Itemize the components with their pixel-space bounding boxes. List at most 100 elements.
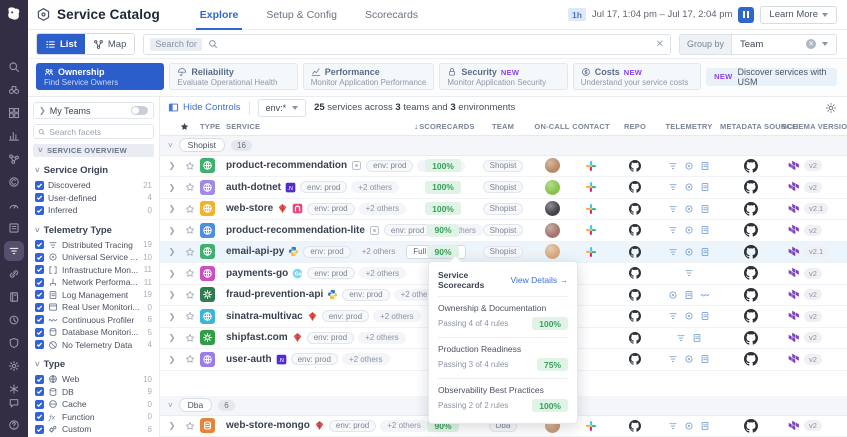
favorite-star-icon[interactable] xyxy=(185,268,195,278)
view-details-link[interactable]: View Details → xyxy=(511,275,568,285)
env-pill[interactable]: env: prod xyxy=(329,420,376,432)
column-header-on-call[interactable]: ON-CALL xyxy=(534,122,570,131)
chevron-down-icon[interactable]: ˅ xyxy=(168,141,173,150)
env-pill[interactable]: env: prod xyxy=(307,332,354,344)
rail-netgraph-icon[interactable] xyxy=(7,152,21,166)
slack-icon[interactable] xyxy=(585,181,597,193)
clear-search-icon[interactable]: ✕ xyxy=(656,39,664,50)
env-pill[interactable]: env: prod xyxy=(291,353,338,365)
telemetry-logs-icon[interactable] xyxy=(700,161,710,171)
metadata-source-github-icon[interactable] xyxy=(744,180,758,194)
env-pill[interactable]: env: prod xyxy=(384,224,431,236)
checkbox-checked[interactable] xyxy=(35,315,44,324)
github-repo-icon[interactable] xyxy=(629,203,641,215)
team-pill[interactable]: Shopist xyxy=(483,203,524,215)
github-repo-icon[interactable] xyxy=(629,420,641,432)
column-header-type[interactable]: TYPE xyxy=(200,122,226,131)
rail-notebook-icon[interactable] xyxy=(7,290,21,304)
service-name[interactable]: user-auth xyxy=(226,354,272,365)
service-name[interactable]: product-recommendation xyxy=(226,160,347,171)
telemetry-usm-icon[interactable] xyxy=(684,421,694,431)
github-repo-icon[interactable] xyxy=(629,332,641,344)
metadata-source-github-icon[interactable] xyxy=(744,352,758,366)
others-pill[interactable]: +2 others xyxy=(359,267,407,279)
others-pill[interactable]: +2 others xyxy=(380,420,428,432)
service-name[interactable]: sinatra-multivac xyxy=(226,311,303,322)
hide-controls-button[interactable]: Hide Controls xyxy=(168,102,241,113)
row-expand-caret[interactable]: ❯ xyxy=(164,269,180,278)
env-pill[interactable]: env: prod xyxy=(366,160,413,172)
checkbox-checked[interactable] xyxy=(35,290,44,299)
slack-icon[interactable] xyxy=(585,160,597,172)
rail-host-icon[interactable] xyxy=(7,221,21,235)
checkbox-checked[interactable] xyxy=(35,412,44,421)
service-name[interactable]: product-recommendation-lite xyxy=(226,225,365,236)
row-expand-caret[interactable]: ❯ xyxy=(164,183,180,192)
checkbox-checked[interactable] xyxy=(35,387,44,396)
group-by-control[interactable]: Group by Team ✕ xyxy=(679,34,837,55)
checkbox-checked[interactable] xyxy=(35,193,44,202)
rail-servicecatalog-icon[interactable] xyxy=(7,244,21,258)
rail-help-icon[interactable] xyxy=(7,418,21,432)
group-name-pill[interactable]: Shopist xyxy=(179,138,225,152)
telemetry-trace-icon[interactable] xyxy=(668,354,678,364)
metadata-source-github-icon[interactable] xyxy=(744,159,758,173)
search-bar[interactable]: Search for ✕ xyxy=(143,34,671,55)
telemetry-logs-icon[interactable] xyxy=(692,333,702,343)
row-expand-caret[interactable]: ❯ xyxy=(164,161,180,170)
service-name[interactable]: web-store xyxy=(226,203,273,214)
search-input[interactable] xyxy=(224,39,650,50)
github-repo-icon[interactable] xyxy=(629,160,641,172)
telemetry-profiler-icon[interactable] xyxy=(700,290,710,300)
team-pill[interactable]: Shopist xyxy=(483,246,524,258)
telemetry-logs-icon[interactable] xyxy=(700,311,710,321)
favorite-star-icon[interactable] xyxy=(185,204,195,214)
favorite-star-icon[interactable] xyxy=(185,182,195,192)
rail-dashboard-icon[interactable] xyxy=(7,106,21,120)
rail-barchart-icon[interactable] xyxy=(7,129,21,143)
metadata-source-github-icon[interactable] xyxy=(744,309,758,323)
favorite-star-icon[interactable] xyxy=(185,354,195,364)
github-repo-icon[interactable] xyxy=(629,224,641,236)
team-pill[interactable]: Shopist xyxy=(483,160,524,172)
telemetry-trace-icon[interactable] xyxy=(684,268,694,278)
slack-icon[interactable] xyxy=(585,246,597,258)
gear-icon[interactable] xyxy=(825,102,837,114)
team-pill[interactable]: Shopist xyxy=(483,224,524,236)
telemetry-usm-icon[interactable] xyxy=(684,354,694,364)
checkbox-checked[interactable] xyxy=(35,253,44,262)
rail-logpipeline-icon[interactable] xyxy=(7,313,21,327)
top-tab-scorecards[interactable]: Scorecards xyxy=(351,0,432,30)
telemetry-trace-icon[interactable] xyxy=(668,182,678,192)
telemetry-logs-icon[interactable] xyxy=(700,182,710,192)
checkbox-checked[interactable] xyxy=(35,400,44,409)
map-view-button[interactable]: Map xyxy=(85,34,134,54)
facet-search-input[interactable] xyxy=(49,127,149,137)
facet-group-title[interactable]: ˅Telemetry Type xyxy=(35,225,154,236)
github-repo-icon[interactable] xyxy=(629,181,641,193)
column-header-telemetry[interactable]: TELEMETRY xyxy=(658,122,720,131)
row-expand-caret[interactable]: ❯ xyxy=(164,226,180,235)
telemetry-logs-icon[interactable] xyxy=(700,204,710,214)
learn-more-button[interactable]: Learn More xyxy=(760,6,837,24)
oncall-avatar[interactable] xyxy=(545,201,560,216)
favorite-star-icon[interactable] xyxy=(185,290,195,300)
favorite-star-icon[interactable] xyxy=(185,225,195,235)
telemetry-logs-icon[interactable] xyxy=(700,421,710,431)
rail-search-icon[interactable] xyxy=(7,60,21,74)
telemetry-usm-icon[interactable] xyxy=(684,247,694,257)
rail-chainlink-icon[interactable] xyxy=(7,267,21,281)
github-repo-icon[interactable] xyxy=(629,246,641,258)
others-pill[interactable]: +2 others xyxy=(342,353,390,365)
service-name[interactable]: shipfast.com xyxy=(226,332,288,343)
chevron-down-icon[interactable]: ˅ xyxy=(168,401,173,410)
telemetry-usm-icon[interactable] xyxy=(684,225,694,235)
time-preset-badge[interactable]: 1h xyxy=(568,8,586,21)
env-pill[interactable]: env: prod xyxy=(322,310,369,322)
oncall-avatar[interactable] xyxy=(545,223,560,238)
oncall-avatar[interactable] xyxy=(545,244,560,259)
clear-group-by-icon[interactable]: ✕ xyxy=(806,39,816,49)
top-tab-setup-config[interactable]: Setup & Config xyxy=(252,0,351,30)
metadata-source-github-icon[interactable] xyxy=(744,223,758,237)
datadog-logo[interactable] xyxy=(5,6,23,22)
